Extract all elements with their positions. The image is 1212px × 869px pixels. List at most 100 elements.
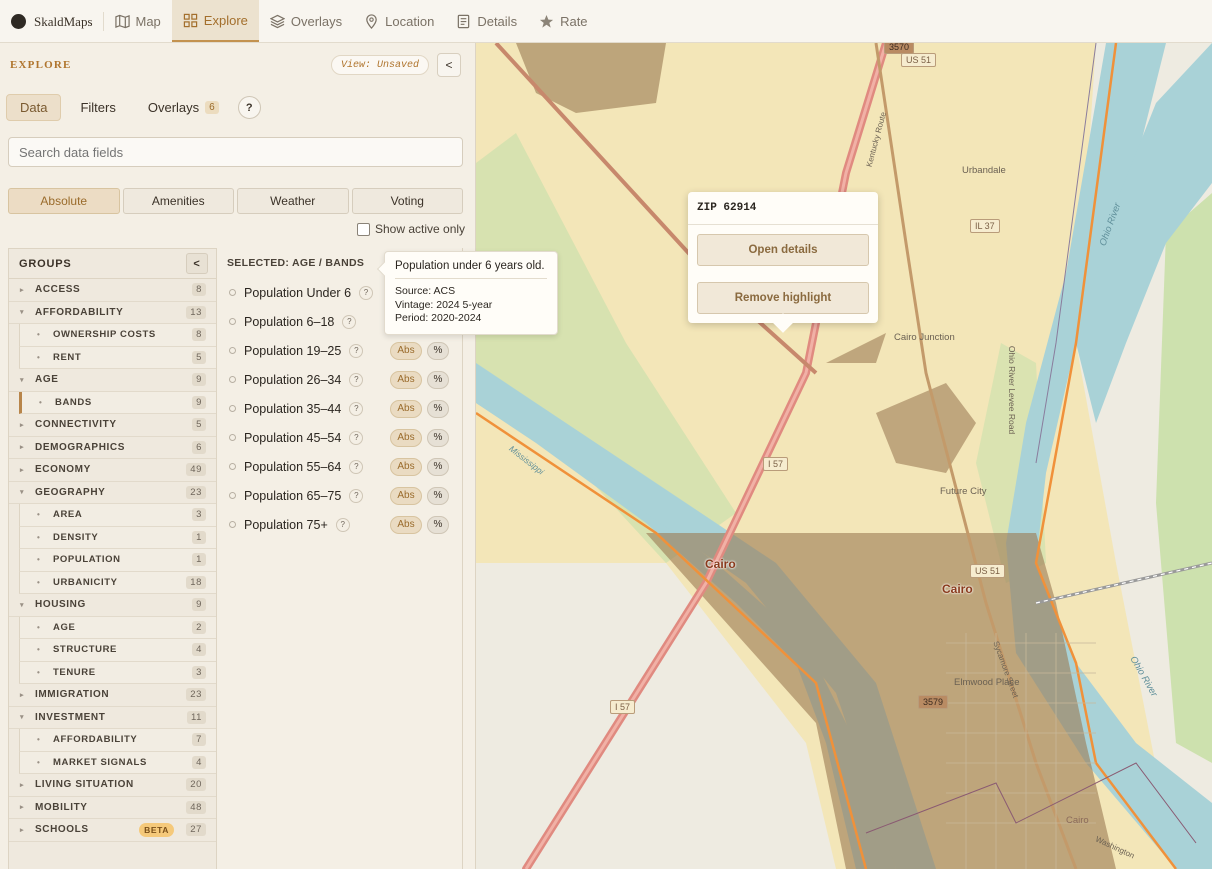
field-row[interactable]: Population 45–54? Abs% (217, 423, 462, 452)
group-item[interactable]: ▸ CONNECTIVITY 5 (9, 414, 216, 437)
abs-toggle-button[interactable]: Abs (390, 341, 422, 360)
field-row[interactable]: Population 35–44? Abs% (217, 394, 462, 423)
group-item[interactable]: ▸ SCHOOLS BETA 27 (9, 819, 216, 842)
abs-toggle-button[interactable]: Abs (390, 399, 422, 418)
search-data-fields-input[interactable] (8, 137, 463, 167)
subgroup-item[interactable]: • DENSITY 1 (19, 526, 216, 549)
field-radio[interactable] (229, 492, 236, 499)
field-help-icon[interactable]: ? (349, 430, 364, 445)
group-count-badge: 49 (186, 463, 206, 477)
subgroup-item[interactable]: • MARKET SIGNALS 4 (19, 751, 216, 774)
field-row[interactable]: Population 19–25? Abs% (217, 336, 462, 365)
subgroup-item[interactable]: • POPULATION 1 (19, 549, 216, 572)
abs-toggle-button[interactable]: Abs (390, 457, 422, 476)
field-row[interactable]: Population 65–75? Abs% (217, 481, 462, 510)
group-item[interactable]: ▾ HOUSING 9 (9, 594, 216, 617)
field-radio[interactable] (229, 463, 236, 470)
group-item[interactable]: ▸ DEMOGRAPHICS 6 (9, 437, 216, 459)
show-active-only-toggle[interactable]: Show active only (357, 222, 465, 236)
subgroup-item[interactable]: • OWNERSHIP COSTS 8 (19, 324, 216, 347)
group-item[interactable]: ▾ GEOGRAPHY 23 (9, 482, 216, 504)
group-label: URBANICITY (53, 576, 118, 588)
field-help-icon[interactable]: ? (349, 372, 364, 387)
group-item[interactable]: ▾ AFFORDABILITY 13 (9, 302, 216, 324)
field-row[interactable]: Population 55–64? Abs% (217, 452, 462, 481)
group-count-badge: 8 (192, 328, 206, 342)
nav-tab-explore[interactable]: Explore (171, 0, 259, 42)
percent-toggle-button[interactable]: % (427, 399, 449, 418)
field-radio[interactable] (229, 318, 236, 325)
group-item[interactable]: ▸ LIVING SITUATION 20 (9, 774, 216, 797)
subgroup-item[interactable]: • URBANICITY 18 (19, 571, 216, 594)
group-item[interactable]: ▾ AGE 9 (9, 369, 216, 392)
road-shield: 3570 (884, 43, 915, 54)
subgroup-item[interactable]: • STRUCTURE 4 (19, 639, 216, 662)
subgroup-item[interactable]: • AREA 3 (19, 504, 216, 527)
abs-toggle-button[interactable]: Abs (390, 428, 422, 447)
mode-voting[interactable]: Voting (351, 188, 463, 214)
subtab-data[interactable]: Data (6, 94, 62, 121)
nav-tab-overlays[interactable]: Overlays (259, 0, 353, 42)
abs-toggle-button[interactable]: Abs (390, 486, 422, 505)
field-help-icon[interactable]: ? (349, 343, 364, 358)
group-count-badge: 2 (192, 620, 206, 634)
bullet-icon: • (39, 397, 43, 407)
groups-header: GROUPS < (9, 249, 216, 279)
field-help-icon[interactable]: ? (349, 401, 364, 416)
group-count-badge: 5 (192, 418, 206, 432)
brand[interactable]: SkaldMaps (0, 12, 104, 31)
field-row[interactable]: Population 75+? Abs% (217, 510, 462, 539)
subgroup-item[interactable]: • AGE 2 (19, 616, 216, 639)
open-details-button[interactable]: Open details (697, 234, 869, 266)
subgroup-item[interactable]: • RENT 5 (19, 346, 216, 369)
nav-tab-map[interactable]: Map (104, 0, 172, 42)
field-radio[interactable] (229, 434, 236, 441)
percent-toggle-button[interactable]: % (427, 486, 449, 505)
view-status-badge[interactable]: View: Unsaved (331, 55, 430, 75)
field-radio[interactable] (229, 376, 236, 383)
collapse-panel-button[interactable]: < (437, 53, 461, 77)
group-item[interactable]: ▸ IMMIGRATION 23 (9, 684, 216, 707)
show-active-only-checkbox[interactable] (357, 222, 370, 236)
field-row[interactable]: Population 26–34? Abs% (217, 365, 462, 394)
nav-tab-label: Details (477, 13, 518, 29)
group-item[interactable]: ▸ MOBILITY 48 (9, 797, 216, 819)
mode-absolute[interactable]: Absolute (8, 188, 120, 214)
percent-toggle-button[interactable]: % (427, 457, 449, 476)
abs-toggle-button[interactable]: Abs (390, 370, 422, 389)
mode-amenities[interactable]: Amenities (122, 188, 234, 214)
nav-tab-location[interactable]: Location (353, 0, 445, 42)
subgroup-item[interactable]: • AFFORDABILITY 7 (19, 729, 216, 752)
abs-toggle-button[interactable]: Abs (390, 515, 422, 534)
nav-tab-details[interactable]: Details (445, 0, 528, 42)
subgroup-item[interactable]: • BANDS 9 (19, 391, 216, 414)
map-canvas[interactable] (476, 43, 1212, 869)
subtab-filters[interactable]: Filters (67, 94, 128, 121)
map-view[interactable]: Urbandale Cairo Junction Future City Elm… (476, 43, 1212, 869)
field-help-icon[interactable]: ? (335, 517, 350, 532)
group-count-badge: 11 (186, 710, 206, 724)
help-button[interactable]: ? (237, 96, 261, 119)
field-radio[interactable] (229, 289, 236, 296)
subtab-overlays[interactable]: Overlays 6 (135, 94, 232, 121)
field-help-icon[interactable]: ? (342, 314, 357, 329)
field-help-icon[interactable]: ? (349, 488, 364, 503)
field-radio[interactable] (229, 521, 236, 528)
group-item[interactable]: ▸ ECONOMY 49 (9, 459, 216, 482)
group-item[interactable]: ▸ ACCESS 8 (9, 279, 216, 302)
field-radio[interactable] (229, 405, 236, 412)
subgroup-item[interactable]: • TENURE 3 (19, 661, 216, 684)
field-help-icon[interactable]: ? (359, 285, 374, 300)
remove-highlight-button[interactable]: Remove highlight (697, 282, 869, 314)
nav-tab-rate[interactable]: Rate (528, 0, 598, 42)
percent-toggle-button[interactable]: % (427, 515, 449, 534)
field-help-icon[interactable]: ? (349, 459, 364, 474)
fields-list: SELECTED: AGE / BANDS Population Under 6… (217, 248, 463, 869)
mode-weather[interactable]: Weather (237, 188, 349, 214)
percent-toggle-button[interactable]: % (427, 370, 449, 389)
group-item[interactable]: ▾ INVESTMENT 11 (9, 707, 216, 729)
percent-toggle-button[interactable]: % (427, 341, 449, 360)
percent-toggle-button[interactable]: % (427, 428, 449, 447)
collapse-groups-button[interactable]: < (186, 253, 208, 274)
field-radio[interactable] (229, 347, 236, 354)
